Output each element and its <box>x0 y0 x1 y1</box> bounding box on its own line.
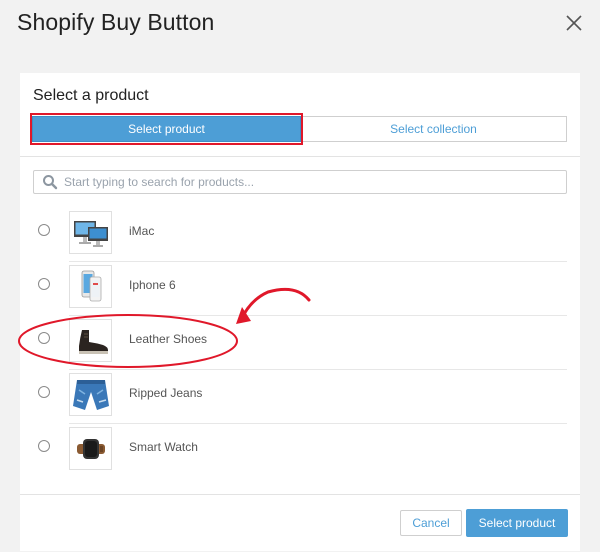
divider <box>20 494 580 495</box>
shoe-image <box>78 329 108 354</box>
product-thumbnail <box>69 427 112 470</box>
product-name: iMac <box>129 224 155 238</box>
select-product-button[interactable]: Select product <box>466 509 568 537</box>
product-thumbnail <box>69 265 112 308</box>
product-radio[interactable] <box>38 224 50 236</box>
search-icon <box>43 175 58 190</box>
list-item[interactable]: Smart Watch <box>20 424 580 478</box>
jeans-image <box>72 379 109 410</box>
product-name: Ripped Jeans <box>129 386 203 400</box>
tab-select-collection[interactable]: Select collection <box>301 116 567 142</box>
close-button[interactable] <box>564 13 584 33</box>
list-item[interactable]: iMac <box>20 208 580 262</box>
watch-image <box>76 438 105 459</box>
cancel-button[interactable]: Cancel <box>400 510 462 536</box>
modal-title: Shopify Buy Button <box>17 9 215 35</box>
product-radio[interactable] <box>38 332 50 344</box>
product-picker-panel: Select a product Select product Select c… <box>20 73 580 551</box>
product-radio[interactable] <box>38 278 50 290</box>
product-thumbnail <box>69 373 112 416</box>
product-name: Smart Watch <box>129 440 198 454</box>
close-icon <box>566 15 582 31</box>
product-thumbnail <box>69 211 112 254</box>
list-item[interactable]: Ripped Jeans <box>20 370 580 424</box>
product-radio[interactable] <box>38 386 50 398</box>
product-radio[interactable] <box>38 440 50 452</box>
panel-title: Select a product <box>33 87 149 104</box>
divider <box>20 156 580 157</box>
tab-select-product[interactable]: Select product <box>32 116 301 142</box>
iphone-image <box>81 270 101 301</box>
product-name: Leather Shoes <box>129 332 208 346</box>
product-name: Iphone 6 <box>129 278 176 292</box>
search-field[interactable] <box>33 170 567 194</box>
search-input[interactable] <box>64 175 544 189</box>
product-thumbnail <box>69 319 112 362</box>
list-item[interactable]: Leather Shoes <box>20 316 580 370</box>
modal-header: Shopify Buy Button <box>0 0 600 55</box>
list-item[interactable]: Iphone 6 <box>20 262 580 316</box>
imac-image <box>73 220 108 247</box>
